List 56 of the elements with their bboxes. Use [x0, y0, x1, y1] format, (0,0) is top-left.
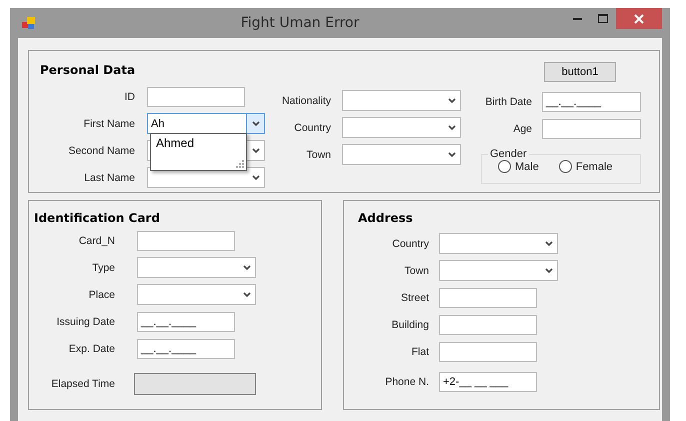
- dropdown-option[interactable]: Ahmed: [151, 134, 246, 152]
- field-label: Country: [293, 122, 331, 134]
- group-title: Personal Data: [40, 62, 136, 78]
- minimize-icon: [572, 18, 582, 20]
- field-label: Phone N.: [384, 376, 429, 388]
- field-label: Town: [403, 264, 429, 276]
- chevron-down-icon: [252, 120, 260, 126]
- field-label: Type: [91, 262, 115, 274]
- maximize-icon: [598, 14, 608, 23]
- app-icon: [22, 16, 36, 30]
- field-label: Birth Date: [484, 96, 532, 108]
- text-field[interactable]: [147, 86, 245, 106]
- field-label: Card_N: [78, 234, 115, 246]
- chevron-down-icon: [242, 264, 250, 270]
- field-label: Town: [305, 148, 331, 160]
- chevron-down-icon: [448, 152, 456, 158]
- chevron-down-icon: [242, 292, 250, 298]
- close-button[interactable]: [616, 8, 662, 29]
- chevron-down-icon: [252, 148, 260, 154]
- field-label: Country: [391, 238, 429, 250]
- field-label: Flat: [410, 346, 429, 358]
- field-label: Nationality: [280, 94, 331, 106]
- radio-option[interactable]: Male: [498, 160, 539, 173]
- chevron-down-icon: [544, 268, 552, 274]
- text-field[interactable]: [439, 314, 537, 334]
- field-label: First Name: [82, 118, 135, 130]
- text-field[interactable]: [439, 342, 537, 362]
- chevron-down-icon: [448, 98, 456, 104]
- field-label: Issuing Date: [56, 316, 115, 328]
- group-title: Identification Card: [34, 210, 161, 226]
- close-icon: [634, 14, 644, 24]
- field-label: Place: [88, 288, 115, 300]
- group-title: Address: [358, 210, 414, 226]
- chevron-down-icon: [544, 240, 552, 246]
- text-field[interactable]: __.__.____: [137, 338, 235, 358]
- text-field[interactable]: __.__.____: [137, 312, 235, 332]
- action-button[interactable]: button1: [544, 62, 616, 82]
- field-label: Second Name: [67, 144, 135, 156]
- chevron-down-icon: [252, 174, 260, 180]
- text-field[interactable]: [137, 230, 235, 250]
- text-field[interactable]: [542, 118, 641, 138]
- field-label: Exp. Date: [68, 342, 115, 354]
- text-field[interactable]: +2-__ __ ___: [439, 372, 537, 392]
- chevron-down-icon: [448, 124, 456, 130]
- field-label: Last Name: [83, 172, 135, 184]
- radio-option[interactable]: Female: [558, 160, 613, 173]
- field-label: Age: [512, 122, 532, 134]
- group-title: Gender: [489, 148, 528, 160]
- text-field[interactable]: __.__.____: [542, 92, 641, 112]
- text-field[interactable]: [439, 288, 537, 308]
- window-title: Fight Uman Error: [240, 15, 360, 31]
- field-label: Elapsed Time: [50, 378, 115, 390]
- field-label: ID: [124, 90, 135, 102]
- field-label: Street: [400, 292, 429, 304]
- resize-grip-icon: [236, 160, 244, 168]
- field-label: Building: [390, 318, 429, 330]
